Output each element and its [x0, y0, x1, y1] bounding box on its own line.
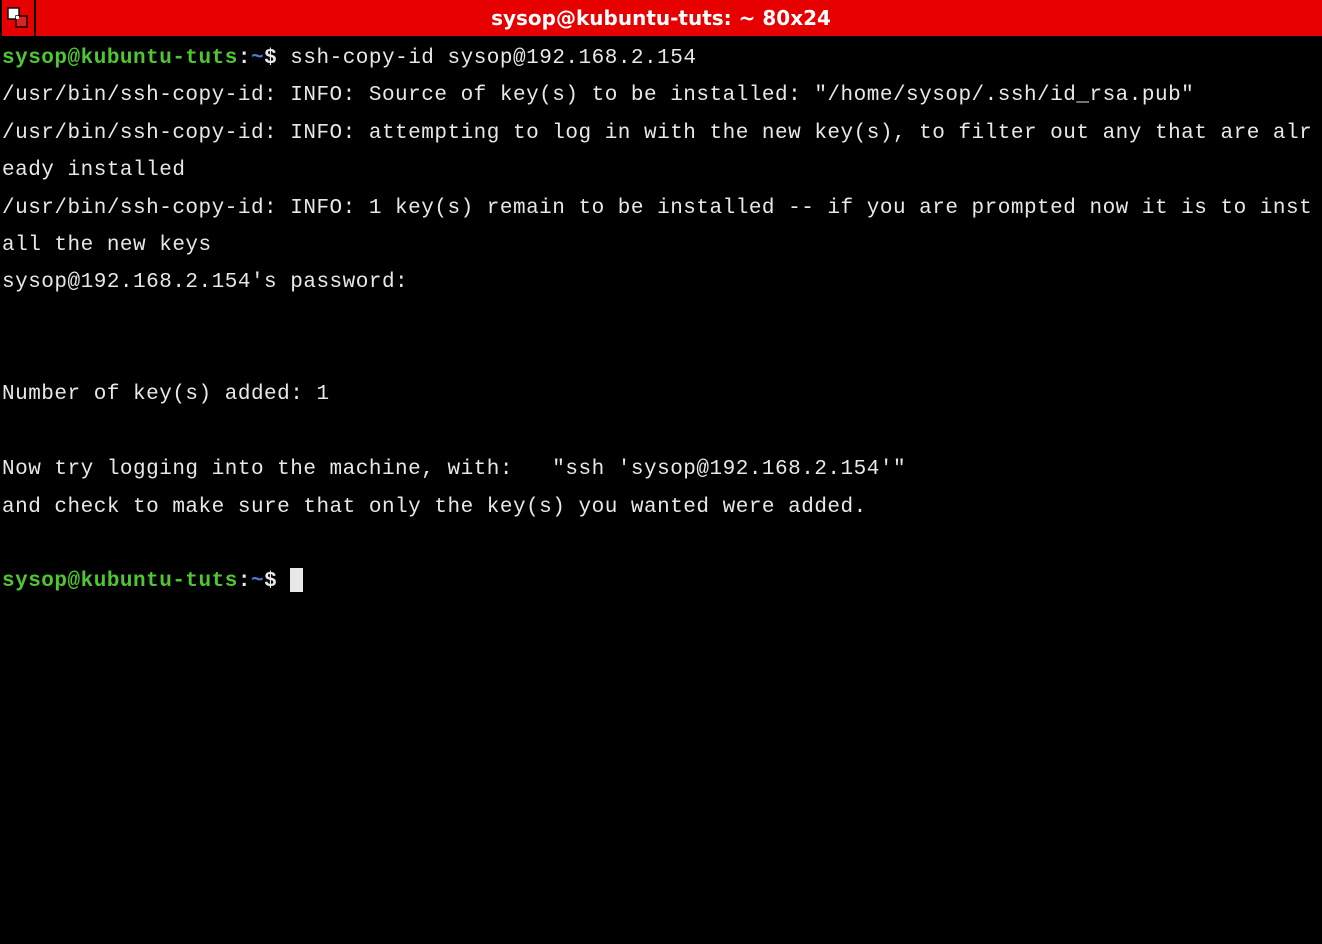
blank-line [2, 302, 1320, 339]
prompt-user-host: sysop@kubuntu-tuts [2, 47, 238, 70]
prompt-path: ~ [251, 570, 264, 593]
output-line: /usr/bin/ssh-copy-id: INFO: 1 key(s) rem… [2, 197, 1312, 257]
prompt-dollar: $ [264, 47, 290, 70]
blank-line [2, 414, 1320, 451]
terminal-cursor [290, 568, 303, 592]
prompt-line-1: sysop@kubuntu-tuts:~$ ssh-copy-id sysop@… [2, 47, 696, 70]
prompt-path: ~ [251, 47, 264, 70]
output-line: Number of key(s) added: 1 [2, 383, 330, 406]
blank-line [2, 526, 1320, 563]
command-text: ssh-copy-id sysop@192.168.2.154 [290, 47, 696, 70]
terminal-app-icon [7, 7, 29, 29]
output-line: Now try logging into the machine, with: … [2, 458, 906, 481]
output-line: and check to make sure that only the key… [2, 496, 867, 519]
blank-line [2, 339, 1320, 376]
prompt-separator: : [238, 570, 251, 593]
window-titlebar[interactable]: sysop@kubuntu-tuts: ~ 80x24 [0, 0, 1322, 36]
prompt-line-2: sysop@kubuntu-tuts:~$ [2, 570, 290, 593]
output-line: /usr/bin/ssh-copy-id: INFO: Source of ke… [2, 84, 1194, 107]
prompt-separator: : [238, 47, 251, 70]
prompt-dollar: $ [264, 570, 290, 593]
window-menu-icon[interactable] [0, 0, 36, 36]
prompt-user-host: sysop@kubuntu-tuts [2, 570, 238, 593]
window-title: sysop@kubuntu-tuts: ~ 80x24 [491, 6, 831, 30]
output-line: /usr/bin/ssh-copy-id: INFO: attempting t… [2, 122, 1312, 182]
output-line: sysop@192.168.2.154's password: [2, 271, 421, 294]
terminal-area[interactable]: sysop@kubuntu-tuts:~$ ssh-copy-id sysop@… [0, 36, 1322, 605]
